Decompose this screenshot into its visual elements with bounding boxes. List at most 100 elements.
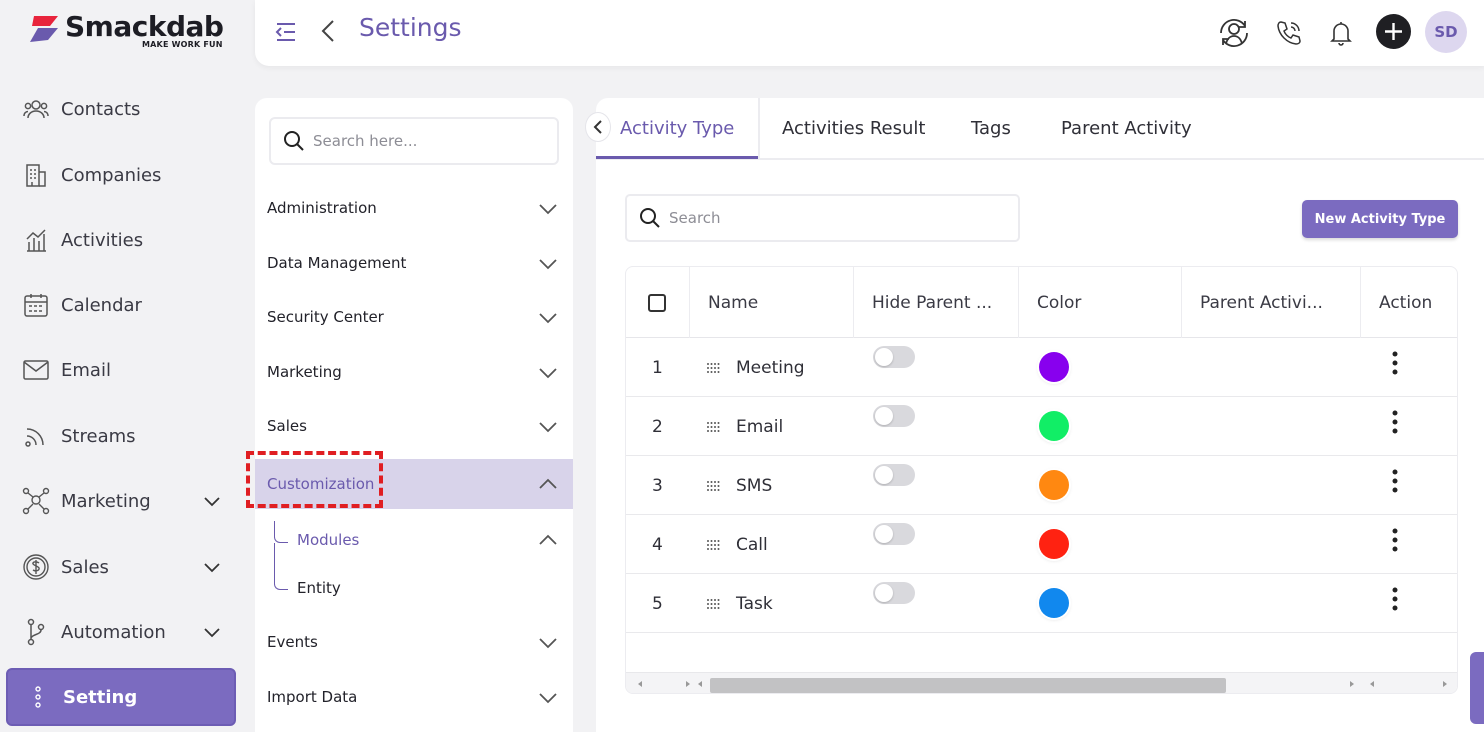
more-actions-icon[interactable] bbox=[1386, 586, 1404, 614]
color-swatch[interactable] bbox=[1039, 352, 1069, 382]
more-actions-icon[interactable] bbox=[1386, 527, 1404, 555]
dots-vertical-icon bbox=[24, 683, 52, 711]
table-row[interactable]: 3 SMS bbox=[626, 456, 1457, 515]
activity-search-input[interactable] bbox=[669, 209, 989, 227]
table-row[interactable]: 2 Email bbox=[626, 397, 1457, 456]
rss-icon bbox=[22, 422, 50, 450]
table-row[interactable]: 4 Call bbox=[626, 515, 1457, 574]
chevron-up-icon bbox=[539, 478, 557, 489]
tab-activities-result[interactable]: Activities Result bbox=[782, 98, 925, 158]
activity-type-table: Name Hide Parent ... Color Parent Activi… bbox=[625, 266, 1458, 694]
column-header-action[interactable]: Action bbox=[1361, 267, 1457, 338]
sidebar-item-contacts[interactable]: Contacts bbox=[6, 82, 236, 136]
scroll-left-icon[interactable] bbox=[694, 677, 708, 691]
horizontal-scrollbar[interactable] bbox=[626, 672, 1457, 693]
tab-tags[interactable]: Tags bbox=[971, 98, 1011, 158]
column-header-parent-activity[interactable]: Parent Activi... bbox=[1182, 267, 1361, 338]
activity-chart-icon bbox=[22, 226, 50, 254]
scroll-right-icon[interactable] bbox=[1344, 677, 1358, 691]
settings-subitem-label: Entity bbox=[297, 579, 341, 597]
logo[interactable]: Smackdab MAKE WORK FUN bbox=[28, 10, 228, 55]
tab-parent-activity[interactable]: Parent Activity bbox=[1061, 98, 1192, 158]
phone-icon[interactable] bbox=[1271, 15, 1307, 51]
settings-item-label: Customization bbox=[267, 475, 375, 493]
bell-icon[interactable] bbox=[1323, 15, 1359, 51]
chevron-down-icon bbox=[539, 313, 557, 324]
logo-tagline: MAKE WORK FUN bbox=[142, 40, 223, 49]
tab-activity-type[interactable]: Activity Type bbox=[620, 98, 734, 158]
color-swatch[interactable] bbox=[1039, 529, 1069, 559]
color-swatch[interactable] bbox=[1039, 588, 1069, 618]
settings-item-sales[interactable]: Sales bbox=[255, 401, 573, 451]
row-name-cell: Call bbox=[626, 515, 768, 574]
settings-item-import-data[interactable]: Import Data bbox=[255, 672, 573, 722]
chevron-down-icon bbox=[539, 693, 557, 704]
sidebar-item-marketing[interactable]: Marketing bbox=[6, 474, 236, 528]
settings-item-data-management[interactable]: Data Management bbox=[255, 238, 573, 288]
menu-collapse-icon[interactable] bbox=[273, 19, 299, 45]
settings-item-label: Data Management bbox=[267, 254, 407, 272]
more-actions-icon[interactable] bbox=[1386, 350, 1404, 378]
sidebar-item-email[interactable]: Email bbox=[6, 343, 236, 397]
settings-search-input[interactable] bbox=[313, 132, 543, 150]
back-arrow-icon[interactable] bbox=[317, 17, 341, 45]
settings-subitem-entity[interactable]: Entity bbox=[255, 566, 573, 610]
sidebar-item-setting[interactable]: Setting bbox=[6, 668, 236, 726]
sidebar-item-companies[interactable]: Companies bbox=[6, 148, 236, 202]
sidebar-item-sales[interactable]: Sales bbox=[6, 540, 236, 594]
scroll-arrows-icon[interactable] bbox=[634, 677, 694, 691]
settings-item-events[interactable]: Events bbox=[255, 617, 573, 667]
drag-handle-icon[interactable] bbox=[706, 479, 720, 493]
new-activity-type-button[interactable]: New Activity Type bbox=[1302, 200, 1458, 238]
sidebar-item-label: Calendar bbox=[61, 294, 142, 316]
drag-handle-icon[interactable] bbox=[706, 597, 720, 611]
sidebar-item-automation[interactable]: Automation bbox=[6, 605, 236, 659]
feedback-side-tab[interactable] bbox=[1470, 652, 1484, 724]
more-actions-icon[interactable] bbox=[1386, 468, 1404, 496]
sidebar-item-activities[interactable]: Activities bbox=[6, 213, 236, 267]
hide-parent-toggle[interactable] bbox=[873, 582, 915, 604]
sidebar-item-label: Contacts bbox=[61, 98, 141, 120]
search-icon bbox=[284, 131, 304, 151]
row-name: Email bbox=[736, 416, 784, 437]
settings-item-administration[interactable]: Administration bbox=[255, 183, 573, 233]
user-sync-icon[interactable] bbox=[1216, 15, 1252, 51]
column-header-name[interactable]: Name bbox=[690, 267, 854, 338]
settings-item-marketing[interactable]: Marketing bbox=[255, 347, 573, 397]
table-row[interactable]: 1 Meeting bbox=[626, 338, 1457, 397]
settings-subitem-modules[interactable]: Modules bbox=[255, 518, 573, 562]
sidebar-item-calendar[interactable]: Calendar bbox=[6, 278, 236, 332]
select-all-checkbox[interactable] bbox=[648, 293, 666, 312]
drag-handle-icon[interactable] bbox=[706, 420, 720, 434]
collapse-panel-button[interactable] bbox=[585, 112, 611, 142]
hide-parent-toggle[interactable] bbox=[873, 346, 915, 368]
add-button[interactable] bbox=[1376, 14, 1411, 49]
settings-subitem-label: Modules bbox=[297, 531, 360, 549]
settings-search-box[interactable] bbox=[269, 117, 559, 165]
scroll-arrows-icon[interactable] bbox=[1366, 677, 1451, 691]
scrollbar-thumb[interactable] bbox=[710, 678, 1226, 693]
more-actions-icon[interactable] bbox=[1386, 409, 1404, 437]
drag-handle-icon[interactable] bbox=[706, 538, 720, 552]
avatar[interactable]: SD bbox=[1425, 11, 1467, 53]
drag-handle-icon[interactable] bbox=[706, 361, 720, 375]
chevron-down-icon bbox=[539, 204, 557, 215]
table-header: Name Hide Parent ... Color Parent Activi… bbox=[626, 267, 1457, 338]
settings-item-customization[interactable]: Customization bbox=[255, 459, 573, 509]
color-swatch[interactable] bbox=[1039, 411, 1069, 441]
color-swatch[interactable] bbox=[1039, 470, 1069, 500]
settings-item-security-center[interactable]: Security Center bbox=[255, 292, 573, 342]
sidebar-item-label: Email bbox=[61, 359, 111, 381]
hide-parent-toggle[interactable] bbox=[873, 523, 915, 545]
column-header-color[interactable]: Color bbox=[1019, 267, 1182, 338]
sidebar-item-streams[interactable]: Streams bbox=[6, 409, 236, 463]
sidebar-item-label: Automation bbox=[61, 621, 166, 643]
column-header-hide-parent[interactable]: Hide Parent ... bbox=[854, 267, 1019, 338]
activity-search-box[interactable] bbox=[625, 194, 1020, 242]
calendar-icon bbox=[22, 291, 50, 319]
row-name-cell: SMS bbox=[626, 456, 772, 515]
hide-parent-toggle[interactable] bbox=[873, 464, 915, 486]
hide-parent-toggle[interactable] bbox=[873, 405, 915, 427]
chevron-down-icon bbox=[539, 368, 557, 379]
table-row[interactable]: 5 Task bbox=[626, 574, 1457, 633]
